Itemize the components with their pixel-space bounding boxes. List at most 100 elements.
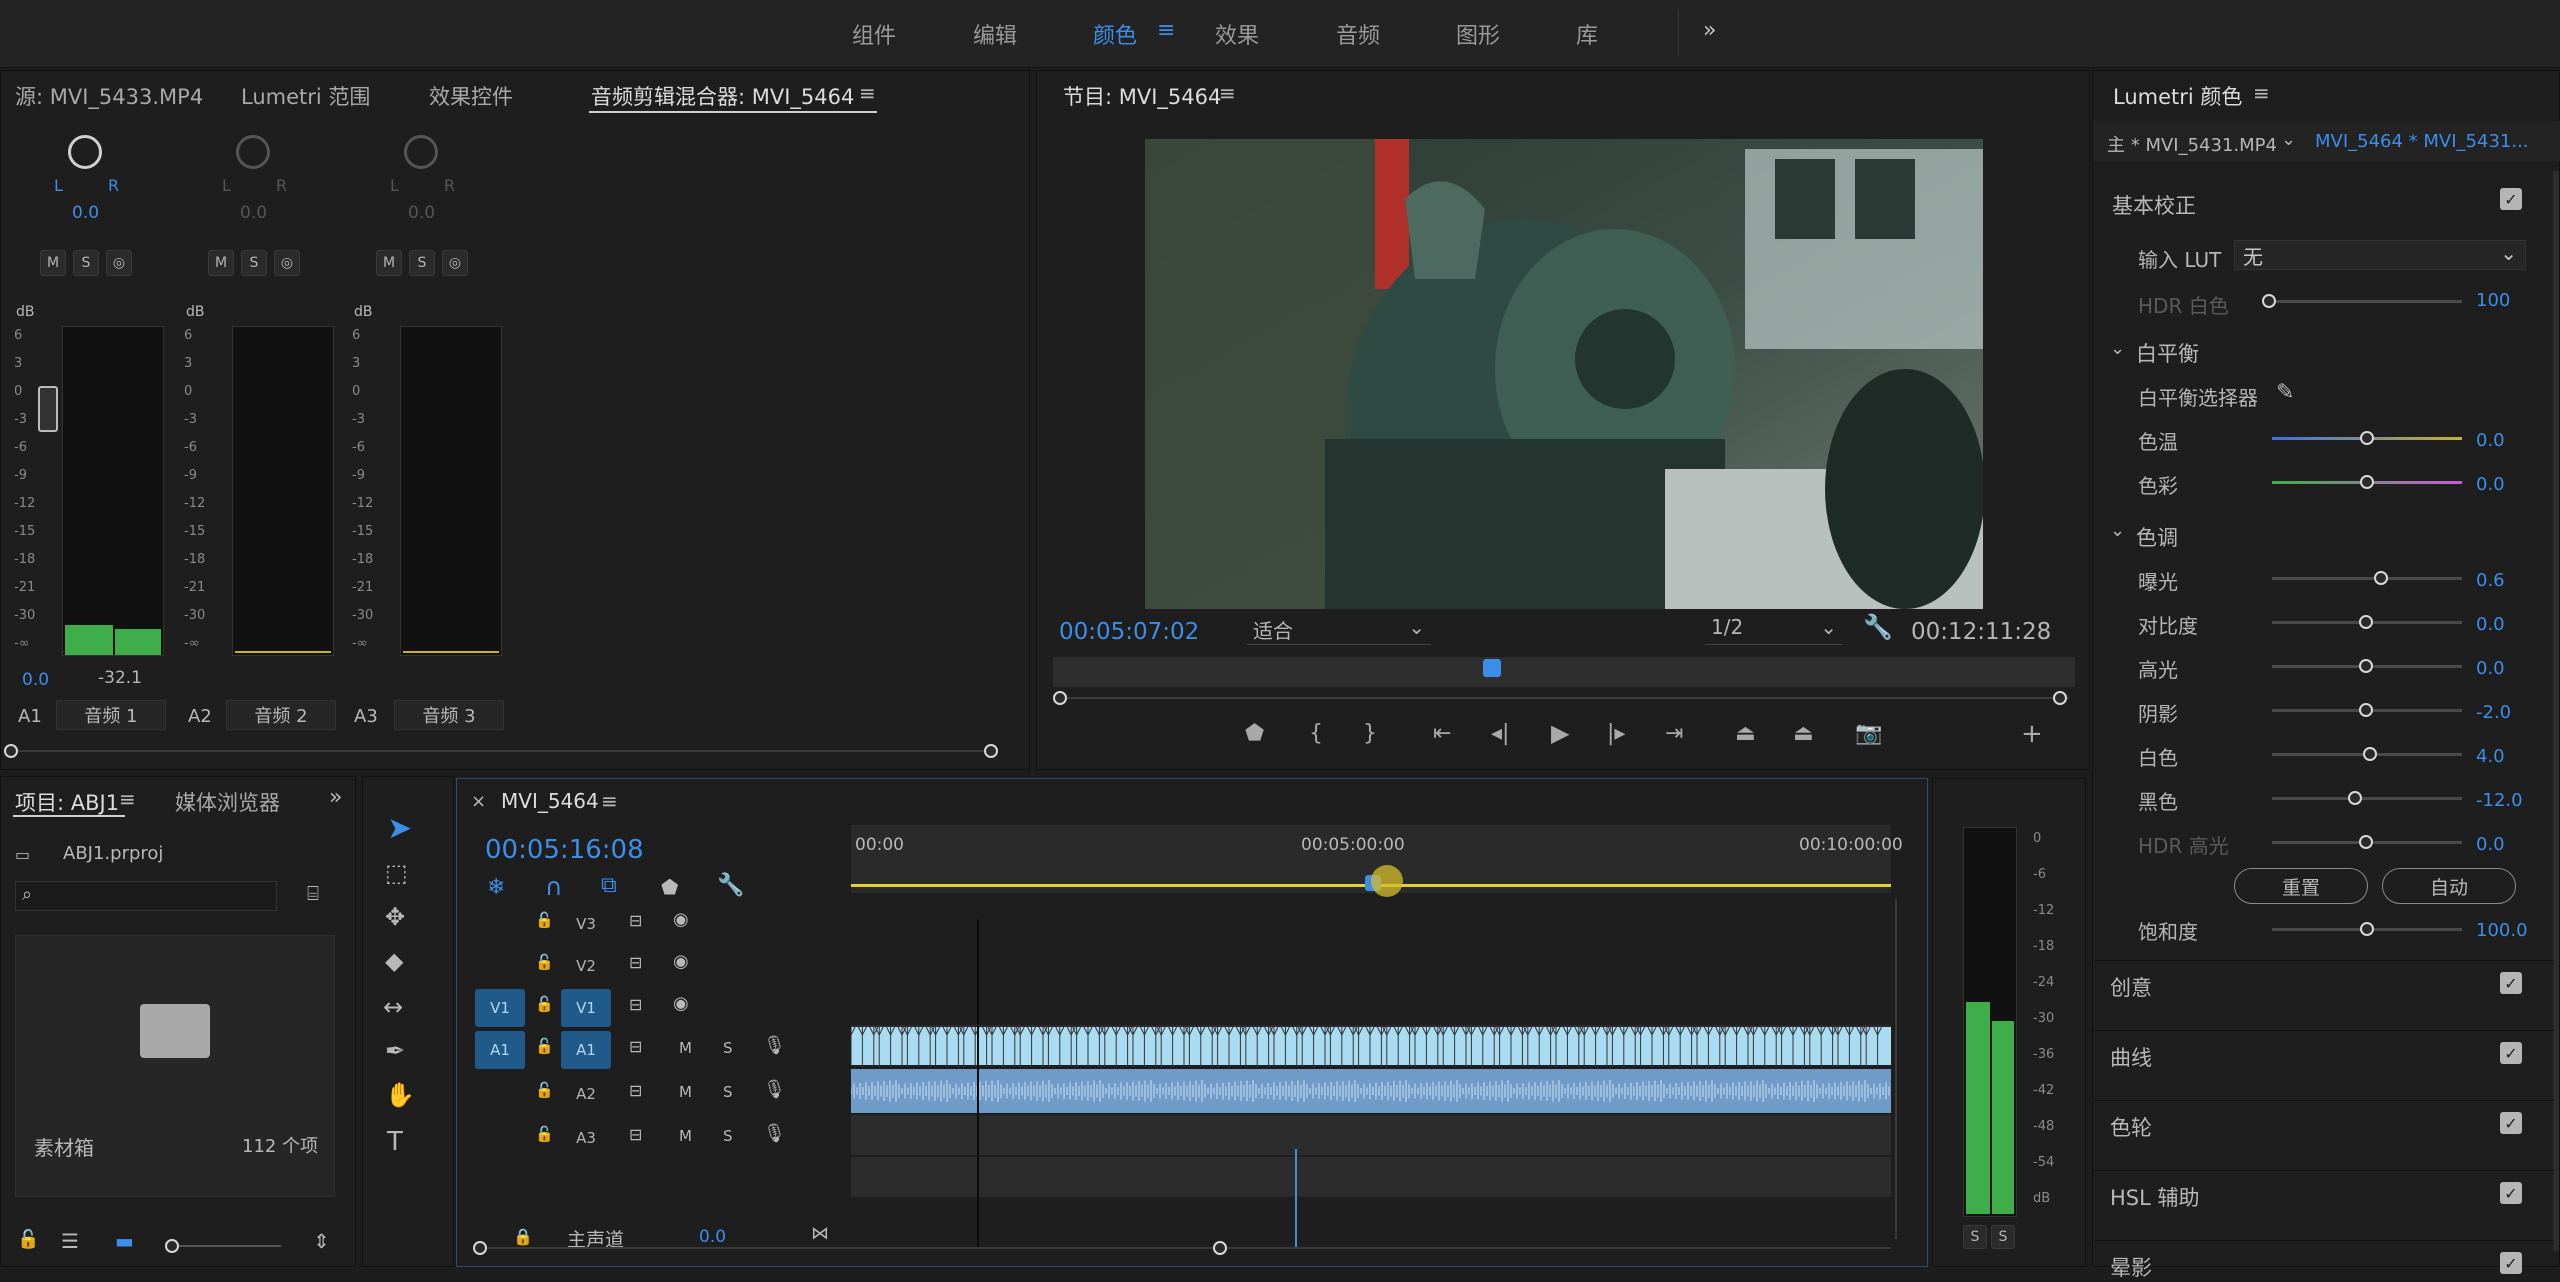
solo-button-a2[interactable]: S <box>241 250 267 276</box>
sync-lock-icon[interactable]: ⊟ <box>629 1125 642 1144</box>
workspace-graphics[interactable]: 图形 <box>1456 18 1500 50</box>
workspace-menu-icon[interactable]: ≡ <box>1157 18 1175 43</box>
collapse-icon[interactable]: ⋈ <box>811 1223 829 1244</box>
pan-knob-a1[interactable] <box>68 135 102 169</box>
highlights-knob[interactable] <box>2359 659 2373 673</box>
mute-track-button[interactable]: M <box>679 1127 692 1145</box>
hdr_spec-knob[interactable] <box>2359 835 2373 849</box>
eyedropper-icon[interactable]: ✎ <box>2276 380 2294 405</box>
zoom-knob[interactable] <box>165 1239 179 1253</box>
pan-knob-a2[interactable] <box>236 135 270 169</box>
section-checkbox[interactable]: ✓ <box>2500 1182 2522 1204</box>
tab-audio-mixer[interactable]: 音频剪辑混合器: MVI_5464 <box>591 81 854 111</box>
whites-knob[interactable] <box>2362 747 2377 761</box>
eye-icon[interactable]: ◉ <box>673 951 689 972</box>
section-checkbox[interactable]: ✓ <box>2500 1112 2522 1134</box>
master-clip-tab[interactable]: 主 * MVI_5431.MP4 <box>2107 131 2277 157</box>
audio-clip-strip[interactable] <box>851 1069 1891 1113</box>
basic-correction-header[interactable]: 基本校正 <box>2112 190 2196 220</box>
timeline-zoom-right[interactable] <box>1213 1241 1227 1255</box>
record-button-a3[interactable]: ◎ <box>442 250 468 276</box>
track-a3-lane[interactable] <box>851 1157 1891 1197</box>
sync-lock-icon[interactable]: ⊟ <box>629 953 642 972</box>
source-patch-v1[interactable]: V1 <box>475 989 525 1027</box>
sync-lock-icon[interactable]: ⊟ <box>629 995 642 1014</box>
record-button-a2[interactable]: ◎ <box>274 250 300 276</box>
mute-button-a2[interactable]: M <box>208 250 234 276</box>
program-zoom-right[interactable] <box>2053 691 2067 705</box>
hand-tool-icon[interactable]: ✋ <box>385 1081 415 1109</box>
solo-left-button[interactable]: S <box>1963 1225 1987 1249</box>
mute-track-button[interactable]: M <box>679 1039 692 1057</box>
lumetri-title[interactable]: Lumetri 颜色 <box>2113 81 2242 111</box>
solo-track-button[interactable]: S <box>723 1083 733 1101</box>
lock-icon[interactable]: 🔒 <box>513 1227 533 1246</box>
nest-icon[interactable]: ❄ <box>487 875 505 900</box>
basic-correction-checkbox[interactable]: ✓ <box>2500 188 2522 210</box>
reset-button[interactable]: 重置 <box>2234 868 2368 904</box>
section-checkbox[interactable]: ✓ <box>2500 1042 2522 1064</box>
add-marker-icon[interactable]: ⬟ <box>661 875 678 899</box>
section-header[interactable]: 曲线 <box>2110 1042 2152 1072</box>
white-balance-header[interactable]: 白平衡 <box>2136 338 2199 368</box>
solo-button-a1[interactable]: S <box>73 250 99 276</box>
pan-value-a1[interactable]: 0.0 <box>72 203 99 223</box>
tab-source[interactable]: 源: MVI_5433.MP4 <box>15 81 203 111</box>
mixer-scrollbar[interactable] <box>8 750 998 752</box>
lock-icon[interactable]: 🔓 <box>535 1081 554 1099</box>
selection-tool-icon[interactable]: ➤ <box>387 811 412 846</box>
icon-view-icon[interactable]: ▬ <box>115 1229 134 1253</box>
razor-tool-icon[interactable]: ◆ <box>385 947 403 975</box>
workspace-audio[interactable]: 音频 <box>1336 18 1380 50</box>
temperature-value[interactable]: 0.0 <box>2476 430 2505 451</box>
tab-effect-controls[interactable]: 效果控件 <box>429 81 513 111</box>
list-view-icon[interactable]: ☰ <box>61 1229 79 1253</box>
timeline-vscrollbar[interactable] <box>1895 899 1897 1239</box>
snap-icon[interactable]: ∩ <box>545 873 563 901</box>
hdr-white-slider[interactable] <box>2272 300 2462 303</box>
sync-lock-icon[interactable]: ⊟ <box>629 911 642 930</box>
sequence-clip-tab[interactable]: MVI_5464 * MVI_5431... <box>2315 131 2529 152</box>
fit-dropdown[interactable]: 适合 ⌄ <box>1247 615 1431 645</box>
project-search-input[interactable]: ⌕ <box>15 881 277 911</box>
track-target-a2[interactable]: A2 <box>561 1075 611 1113</box>
exposure-slider[interactable] <box>2272 577 2462 580</box>
chevron-down-icon[interactable]: ⌄ <box>2110 338 2125 359</box>
lift-icon[interactable]: ⏏ <box>1735 721 1756 746</box>
lock-icon[interactable]: 🔓 <box>535 1037 554 1055</box>
mute-track-button[interactable]: M <box>679 1083 692 1101</box>
tint-knob[interactable] <box>2360 475 2374 489</box>
track-target-v2[interactable]: V2 <box>561 947 611 985</box>
timeline-zoom-left[interactable] <box>473 1241 487 1255</box>
lock-icon[interactable]: 🔓 <box>535 1125 554 1143</box>
timeline-hscrollbar[interactable] <box>481 1247 1891 1249</box>
wrench-icon[interactable]: 🔧 <box>1863 613 1893 641</box>
pan-knob-a3[interactable] <box>404 135 438 169</box>
track-name-a1[interactable]: 音频 1 <box>56 700 166 730</box>
mark-in-icon[interactable]: { <box>1309 721 1323 746</box>
section-checkbox[interactable]: ✓ <box>2500 1252 2522 1274</box>
video-frame[interactable] <box>1145 139 1983 609</box>
linked-selection-icon[interactable]: ⧉ <box>601 873 617 898</box>
lock-icon[interactable]: 🔓 <box>17 1229 39 1250</box>
saturation-knob[interactable] <box>2360 922 2374 936</box>
close-icon[interactable]: × <box>471 791 486 812</box>
highlights-value[interactable]: 0.0 <box>2476 658 2505 679</box>
tab-lumetri-scopes[interactable]: Lumetri 范围 <box>241 81 370 111</box>
workspace-libraries[interactable]: 库 <box>1576 18 1598 50</box>
panel-menu-icon[interactable]: ≡ <box>601 789 618 813</box>
lock-icon[interactable]: 🔓 <box>535 953 554 971</box>
workspace-effects[interactable]: 效果 <box>1215 18 1259 50</box>
solo-right-button[interactable]: S <box>1991 1225 2015 1249</box>
track-a2-lane[interactable] <box>851 1115 1891 1155</box>
shadows-value[interactable]: -2.0 <box>2476 702 2511 723</box>
mute-button-a1[interactable]: M <box>40 250 66 276</box>
lock-icon[interactable]: 🔓 <box>535 911 554 929</box>
timeline-timecode[interactable]: 00:05:16:08 <box>485 835 644 865</box>
workspace-assembly[interactable]: 组件 <box>852 18 896 50</box>
microphone-icon[interactable]: 🎙 <box>763 1123 786 1144</box>
sort-icon[interactable]: ⇕ <box>313 1229 330 1253</box>
add-button-icon[interactable]: + <box>2021 719 2043 749</box>
temperature-knob[interactable] <box>2360 431 2374 445</box>
tint-value[interactable]: 0.0 <box>2476 474 2505 495</box>
